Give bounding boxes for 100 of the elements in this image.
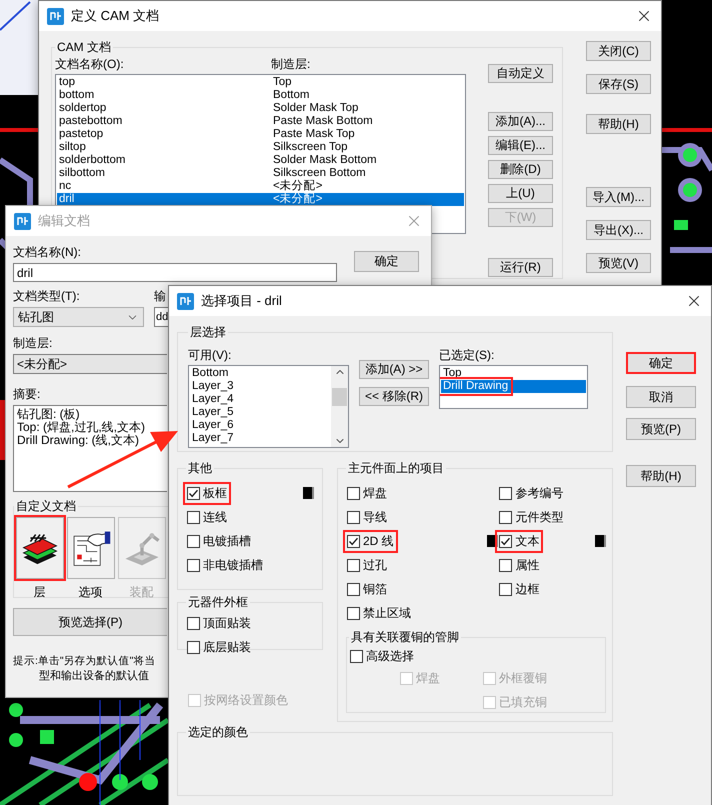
name-field[interactable]: dril	[13, 263, 337, 282]
list-item[interactable]: Bottom	[190, 367, 230, 380]
file-row[interactable]: silbottom Silkscreen Bottom	[57, 167, 464, 180]
checkbox[interactable]	[499, 558, 512, 572]
action-button[interactable]: 运行(R)	[488, 258, 553, 277]
field-label: 文档名称(N):	[13, 244, 81, 261]
checkbox-label: 焊盘	[363, 484, 387, 502]
add-button[interactable]: 添加(A) >>	[359, 360, 429, 379]
checkbox-label: 导线	[363, 508, 387, 526]
dialog-button[interactable]: 取消	[626, 386, 696, 408]
group-label: 主元件面上的项目	[347, 460, 445, 477]
field-label: 输	[154, 288, 166, 305]
summary-line: Drill Drawing: (线,文本)	[17, 434, 140, 447]
group-label: 层选择	[189, 324, 227, 341]
checkbox[interactable]	[499, 486, 512, 500]
action-button[interactable]: 编辑(E)...	[488, 136, 553, 155]
checkbox[interactable]	[187, 510, 200, 524]
app-icon	[14, 212, 31, 230]
summary-box[interactable]: 钻孔图: (板) Top: (焊盘,过孔,线,文本) Drill Drawing: (线,文本)	[13, 405, 167, 492]
list-item[interactable]: Top	[441, 367, 464, 380]
ok-button[interactable]: 确定	[354, 251, 419, 272]
checkbox[interactable]	[347, 558, 360, 572]
tool-label: 装配	[130, 584, 154, 601]
checkbox-label: 焊盘	[416, 670, 440, 686]
file-row[interactable]: dril <未分配>	[57, 193, 464, 206]
checkbox[interactable]	[187, 486, 200, 500]
checkbox-label: 外框覆铜	[499, 670, 547, 686]
file-row[interactable]: top Top	[57, 76, 464, 89]
checkbox[interactable]	[187, 640, 200, 654]
color-swatch[interactable]	[595, 535, 606, 547]
checkbox[interactable]	[499, 510, 512, 524]
checkbox[interactable]	[350, 650, 363, 662]
window-title: 定义 CAM 文档	[71, 7, 160, 25]
checkbox[interactable]	[347, 534, 360, 548]
side-button[interactable]: 导出(X)...	[586, 220, 651, 240]
output-field[interactable]: dd	[154, 307, 168, 327]
dialog-button[interactable]: 确定	[626, 352, 696, 374]
action-button[interactable]: 删除(D)	[488, 160, 553, 179]
app-icon	[47, 8, 64, 24]
group-label: 具有关联覆铜的管脚	[350, 629, 460, 646]
file-row[interactable]: solderbottom Solder Mask Bottom	[57, 154, 464, 167]
scrollbar[interactable]	[331, 366, 348, 447]
checkbox[interactable]	[499, 534, 512, 548]
checkbox[interactable]	[347, 486, 360, 500]
checkbox[interactable]	[187, 558, 200, 572]
checkbox-label: 2D 线	[363, 532, 394, 550]
checkbox-label: 边框	[515, 580, 540, 598]
summary-line: Top: (焊盘,过孔,线,文本)	[17, 421, 146, 434]
checkbox-label: 禁止区域	[363, 604, 411, 622]
checkbox-label: 已填充铜	[499, 694, 547, 710]
checkbox[interactable]	[347, 606, 360, 620]
file-row[interactable]: pastetop Paste Mask Top	[57, 128, 464, 141]
checkbox[interactable]	[187, 616, 200, 630]
action-button[interactable]: 上(U)	[488, 184, 553, 203]
checkbox[interactable]	[187, 534, 200, 548]
field-label: 已选定(S):	[439, 347, 494, 364]
checkbox-label: 参考编号	[515, 484, 564, 502]
dialog-button[interactable]: 帮助(H)	[626, 465, 696, 487]
list-item[interactable]: Drill Drawing	[441, 380, 510, 393]
tool-button[interactable]	[66, 517, 114, 579]
color-swatch[interactable]	[303, 487, 314, 499]
type-dropdown[interactable]: 钻孔图	[13, 307, 144, 327]
file-row[interactable]: siltop Silkscreen Top	[57, 141, 464, 154]
checkbox-label: 元件类型	[515, 508, 564, 526]
tool-label: 层	[34, 584, 46, 601]
checkbox[interactable]	[347, 510, 360, 524]
checkbox-label: 文本	[515, 532, 540, 550]
file-row[interactable]: bottom Bottom	[57, 89, 464, 102]
dialog-button[interactable]: 预览(P)	[626, 418, 696, 440]
field-label: 可用(V):	[188, 347, 232, 364]
checkbox-label: 连线	[203, 508, 227, 526]
preview-button[interactable]: 预览选择(P)	[13, 608, 167, 636]
remove-button[interactable]: << 移除(R)	[359, 387, 429, 406]
list-item[interactable]: Layer_6	[190, 419, 236, 432]
side-button[interactable]: 导入(M)...	[586, 187, 651, 207]
column-header: 文档名称(O):	[55, 56, 125, 73]
checkbox[interactable]	[499, 582, 512, 596]
checkbox-label: 非电镀插槽	[203, 556, 263, 574]
side-button[interactable]: 预览(V)	[586, 253, 651, 273]
field-label: 制造层:	[13, 335, 52, 352]
list-item[interactable]: Layer_5	[190, 406, 236, 419]
action-button[interactable]: 自动定义	[488, 64, 553, 83]
list-item[interactable]: Layer_4	[190, 393, 236, 406]
side-button[interactable]: 关闭(C)	[586, 41, 651, 61]
checkbox-label: 按网络设置颜色	[204, 692, 288, 708]
checkbox[interactable]	[347, 582, 360, 596]
file-row[interactable]: pastebottom Paste Mask Bottom	[57, 115, 464, 128]
file-row[interactable]: nc <未分配>	[57, 180, 464, 193]
list-item[interactable]: Layer_3	[190, 380, 236, 393]
side-button[interactable]: 保存(S)	[586, 74, 651, 94]
checkbox-label: 电镀插槽	[203, 532, 251, 550]
scrollbar-thumb[interactable]	[332, 388, 347, 406]
group-label: CAM 文档	[56, 39, 112, 56]
checkbox-label: 顶面贴装	[203, 614, 251, 632]
list-item[interactable]: Layer_7	[190, 432, 236, 445]
side-button[interactable]: 帮助(H)	[586, 114, 651, 134]
file-row[interactable]: soldertop Solder Mask Top	[57, 102, 464, 115]
layer-field[interactable]: <未分配>	[13, 354, 167, 374]
action-button[interactable]: 添加(A)...	[488, 112, 553, 131]
hint-text: 提示:单击"另存为默认值"将当	[13, 654, 156, 669]
